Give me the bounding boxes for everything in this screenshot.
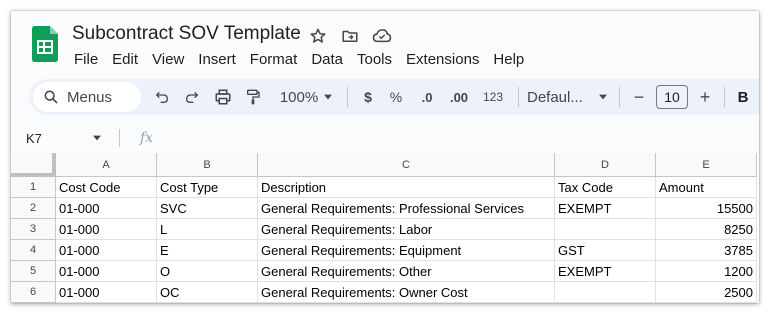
cell-a1[interactable]: Cost Code [56,177,157,198]
cell-b3[interactable]: L [157,219,258,240]
menu-format[interactable]: Format [243,49,305,71]
menu-edit[interactable]: Edit [105,49,145,71]
menu-insert[interactable]: Insert [191,49,243,71]
cell-c5[interactable]: General Requirements: Other [258,261,555,282]
toolbar-divider [518,87,519,107]
cell-c1[interactable]: Description [258,177,555,198]
menu-help[interactable]: Help [486,49,531,71]
move-to-folder-icon[interactable] [339,25,361,47]
percent-format-button[interactable]: % [380,83,412,111]
cell-c4[interactable]: General Requirements: Equipment [258,240,555,261]
cell-b6[interactable]: OC [157,282,258,303]
cell-b4[interactable]: E [157,240,258,261]
row-header-1[interactable]: 1 [11,177,56,198]
chevron-down-icon [599,94,607,100]
redo-icon [185,91,199,103]
column-header-a[interactable]: A [56,153,157,177]
cell-e1[interactable]: Amount [656,177,757,198]
more-formats-button[interactable]: 123 [476,83,510,111]
cell-b5[interactable]: O [157,261,258,282]
print-icon [215,89,231,105]
name-box[interactable]: K7 [11,131,107,146]
search-icon [44,90,58,104]
bold-button[interactable]: B [733,83,753,111]
select-all-corner[interactable] [11,153,56,177]
cell-a6[interactable]: 01-000 [56,282,157,303]
currency-format-button[interactable]: $ [356,83,380,111]
cell-d1[interactable]: Tax Code [555,177,656,198]
cell-c2[interactable]: General Requirements: Professional Servi… [258,198,555,219]
row-header-4[interactable]: 4 [11,240,56,261]
cell-a4[interactable]: 01-000 [56,240,157,261]
menu-view[interactable]: View [145,49,191,71]
increase-decimal-button[interactable]: .00 [442,83,476,111]
cell-a5[interactable]: 01-000 [56,261,157,282]
document-title[interactable]: Subcontract SOV Template [72,23,301,45]
star-icon[interactable] [307,25,329,47]
formula-bar: K7 fx [11,125,759,151]
menu-bar: File Edit View Insert Format Data Tools … [67,49,531,71]
toolbar-divider [347,87,348,107]
cell-e3[interactable]: 8250 [656,219,757,240]
font-select[interactable]: Defaul... [527,83,611,111]
chevron-down-icon [93,135,101,141]
cell-d3[interactable] [555,219,656,240]
cell-reference: K7 [26,130,42,146]
cell-c6[interactable]: General Requirements: Owner Cost [258,282,555,303]
search-placeholder: Menus [67,88,113,106]
cell-e4[interactable]: 3785 [656,240,757,261]
row-header-3[interactable]: 3 [11,219,56,240]
fx-icon: fx [140,130,154,146]
row-header-5[interactable]: 5 [11,261,56,282]
cell-d2[interactable]: EXEMPT [555,198,656,219]
cell-d6[interactable] [555,282,656,303]
font-size-input[interactable]: 10 [656,85,688,109]
title-actions [307,25,393,47]
column-header-e[interactable]: E [656,153,757,177]
paint-format-button[interactable] [239,83,267,111]
print-button[interactable] [207,83,239,111]
cloud-saved-icon[interactable] [371,25,393,47]
menu-extensions[interactable]: Extensions [399,49,486,71]
zoom-value: 100% [279,88,319,106]
row-header-6[interactable]: 6 [11,282,56,303]
redo-button[interactable] [177,83,207,111]
zoom-select[interactable]: 100% [273,83,339,111]
cell-b2[interactable]: SVC [157,198,258,219]
decrease-decimal-button[interactable]: .0 [412,83,442,111]
sheets-window: Subcontract SOV Template File Edit View … [11,11,759,303]
column-header-c[interactable]: C [258,153,555,177]
google-sheets-logo-icon[interactable] [32,26,58,62]
cell-a3[interactable]: 01-000 [56,219,157,240]
spreadsheet-grid: A B C D E 1 Cost Code Cost Type Description Tax C… [11,153,759,303]
cell-b1[interactable]: Cost Type [157,177,258,198]
column-header-b[interactable]: B [157,153,258,177]
chevron-down-icon [324,94,333,100]
cell-e6[interactable]: 2500 [656,282,757,303]
toolbar-divider [619,87,620,107]
cell-d5[interactable]: EXEMPT [555,261,656,282]
cell-a2[interactable]: 01-000 [56,198,157,219]
increase-font-size-button[interactable]: + [694,83,716,111]
formula-input[interactable] [153,128,759,148]
undo-icon [155,91,169,103]
formula-divider [119,129,120,147]
menu-data[interactable]: Data [304,49,350,71]
menu-tools[interactable]: Tools [350,49,399,71]
cell-e5[interactable]: 1200 [656,261,757,282]
menu-file[interactable]: File [67,49,105,71]
column-header-d[interactable]: D [555,153,656,177]
menus-search[interactable]: Menus [33,82,141,112]
row-header-2[interactable]: 2 [11,198,56,219]
toolbar-divider [724,87,725,107]
toolbar: Menus 100% $ % .0 .00 123 Defaul... − 10… [29,79,759,115]
paint-format-icon [247,89,260,105]
font-value: Defaul... [527,88,583,106]
undo-button[interactable] [147,83,177,111]
cell-c3[interactable]: General Requirements: Labor [258,219,555,240]
cell-e2[interactable]: 15500 [656,198,757,219]
decrease-font-size-button[interactable]: − [628,83,650,111]
cell-d4[interactable]: GST [555,240,656,261]
